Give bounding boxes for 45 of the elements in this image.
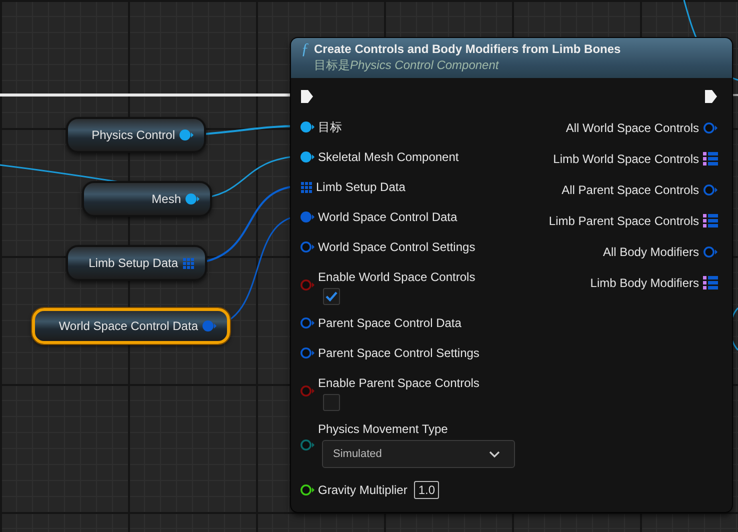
pin-icon[interactable] [179,129,194,141]
grid-pin-icon[interactable] [182,256,195,270]
variable-node[interactable]: Physics Control [66,117,206,153]
pin-label: Gravity Multiplier [318,482,408,499]
pin-label: Enable Parent Space Controls [318,375,480,392]
variable-node[interactable]: World Space Control Data [32,308,230,344]
variable-node[interactable]: Limb Setup Data [66,245,207,281]
pin-icon[interactable] [185,193,200,205]
list-pin-icon[interactable] [703,214,718,228]
node-title: Create Controls and Body Modifiers from Limb Bones [314,41,621,57]
pin-label: Skeletal Mesh Component [318,149,459,166]
chevron-icon [489,450,500,458]
dropdown[interactable]: Simulated [322,440,515,468]
node-subtitle: 目标是Physics Control Component [314,57,500,73]
variable-node[interactable]: Mesh [82,181,212,217]
pin-label: Limb Body Modifiers [590,274,699,292]
pin-label: Parent Space Control Data [318,315,462,332]
variable-label: World Space Control Data [58,318,198,335]
pin-label: Parent Space Control Settings [318,345,480,362]
pin-label: Enable World Space Controls [318,269,476,286]
exec-pin-icon[interactable] [300,88,314,104]
variable-label: Mesh [152,191,181,208]
pin-label: Physics Movement Type [318,421,449,438]
pin-label: All World Space Controls [566,120,699,136]
function-icon: ƒ [301,41,309,75]
variable-label: Physics Control [92,127,175,144]
number-field[interactable]: 1.0 [414,481,440,499]
pin-icon[interactable] [300,151,315,163]
pin-icon[interactable] [300,121,315,133]
pin-label: All Parent Space Controls [562,182,699,198]
list-pin-icon[interactable] [703,276,718,290]
exec-pin-icon[interactable] [704,88,718,104]
checkbox[interactable] [323,288,340,305]
pin-icon[interactable] [300,484,315,496]
pin-label: World Space Control Settings [318,239,476,256]
pin-label: World Space Control Data [318,209,458,226]
pin-label: Limb Parent Space Controls [548,212,699,230]
pin-label: Limb World Space Controls [553,150,699,168]
pin-label: 目标 [318,119,342,136]
checkbox[interactable] [323,394,340,411]
pin-label: All Body Modifiers [602,244,699,260]
grid-pin-icon[interactable] [300,180,313,194]
variable-label: Limb Setup Data [88,255,178,272]
list-pin-icon[interactable] [703,152,718,166]
pin-label: Limb Setup Data [316,179,406,196]
